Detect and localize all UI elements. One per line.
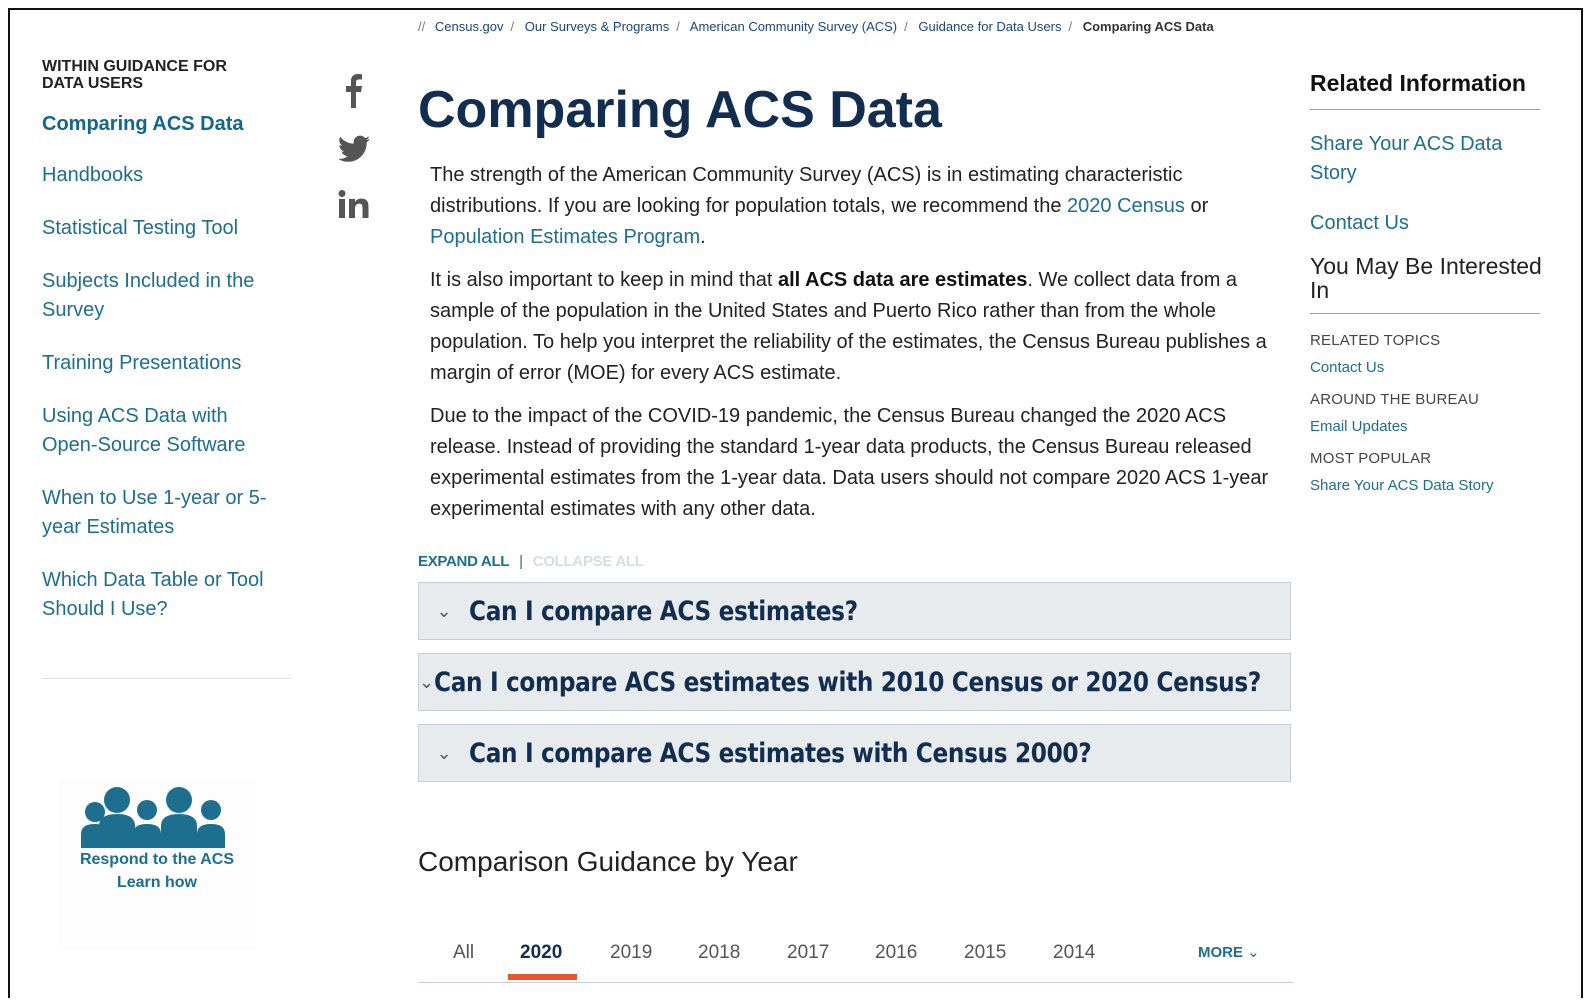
promo-line-1: Respond to the ACS xyxy=(79,851,235,868)
link-email-updates[interactable]: Email Updates xyxy=(1310,418,1542,436)
category-most-popular: MOST POPULAR xyxy=(1310,450,1432,467)
left-nav-item-statistical-testing-tool[interactable]: Statistical Testing Tool xyxy=(42,214,287,243)
breadcrumb-lead: // xyxy=(418,19,426,34)
left-nav-item-comparing-acs-data[interactable]: Comparing ACS Data xyxy=(42,110,287,139)
link-related-contact-us[interactable]: Contact Us xyxy=(1310,359,1542,377)
accordion-title: Can I compare ACS estimates with Census … xyxy=(469,737,1092,769)
expand-all-button[interactable]: EXPAND ALL xyxy=(418,553,509,570)
facebook-icon[interactable] xyxy=(338,74,374,113)
breadcrumb-current: Comparing ACS Data xyxy=(1082,19,1214,34)
related-information-sidebar: Related Information Share Your ACS Data … xyxy=(1310,68,1542,495)
page-title: Comparing ACS Data xyxy=(418,81,942,139)
breadcrumb-census-gov[interactable]: Census.gov xyxy=(435,19,504,34)
linkedin-icon[interactable] xyxy=(338,190,374,223)
twitter-icon[interactable] xyxy=(338,135,374,168)
accordion-compare-with-census-2000[interactable]: ⌄ Can I compare ACS estimates with Censu… xyxy=(418,724,1291,782)
left-nav: WITHIN GUIDANCE FOR DATA USERS Comparing… xyxy=(42,58,292,679)
sidebar-divider xyxy=(1310,313,1540,314)
tab-2020[interactable]: 2020 xyxy=(520,942,562,964)
link-popular-share-story[interactable]: Share Your ACS Data Story xyxy=(1310,477,1542,495)
breadcrumb-acs[interactable]: American Community Survey (ACS) xyxy=(690,19,897,34)
intro-paragraph-1: The strength of the American Community S… xyxy=(430,164,1209,248)
link-contact-us[interactable]: Contact Us xyxy=(1310,209,1542,238)
link-population-estimates-program[interactable]: Population Estimates Program xyxy=(430,226,700,248)
accordion-title: Can I compare ACS estimates with 2010 Ce… xyxy=(434,666,1262,698)
tab-2019[interactable]: 2019 xyxy=(610,942,652,964)
promo-line-2: Learn how xyxy=(116,874,197,891)
accordion-title: Can I compare ACS estimates? xyxy=(469,595,858,627)
accordion-compare-with-2010-2020-census[interactable]: ⌄ Can I compare ACS estimates with 2010 … xyxy=(418,653,1291,711)
intro-paragraph-3: Due to the impact of the COVID-19 pandem… xyxy=(430,405,1269,520)
left-nav-item-handbooks[interactable]: Handbooks xyxy=(42,161,287,190)
breadcrumb: // Census.gov / Our Surveys & Programs / A… xyxy=(418,19,1214,34)
tab-2018[interactable]: 2018 xyxy=(698,942,740,964)
tab-2015[interactable]: 2015 xyxy=(964,942,1006,964)
breadcrumb-surveys-programs[interactable]: Our Surveys & Programs xyxy=(525,19,670,34)
breadcrumb-guidance[interactable]: Guidance for Data Users xyxy=(918,19,1061,34)
chevron-down-icon: ⌄ xyxy=(436,600,452,621)
tab-all[interactable]: All xyxy=(453,942,474,964)
chevron-down-icon: ⌄ xyxy=(436,742,452,763)
accordion-compare-acs-estimates[interactable]: ⌄ Can I compare ACS estimates? xyxy=(418,582,1291,640)
intro-paragraph-2: It is also important to keep in mind tha… xyxy=(430,269,1267,384)
tab-2016[interactable]: 2016 xyxy=(875,942,917,964)
left-nav-heading: WITHIN GUIDANCE FOR DATA USERS xyxy=(42,58,227,92)
active-tab-indicator xyxy=(508,974,577,980)
left-nav-item-open-source-software[interactable]: Using ACS Data with Open-Source Software xyxy=(42,402,287,460)
link-share-acs-data-story[interactable]: Share Your ACS Data Story xyxy=(1310,130,1542,188)
left-nav-item-subjects-included[interactable]: Subjects Included in the Survey xyxy=(42,267,287,325)
left-nav-item-1-year-5-year[interactable]: When to Use 1-year or 5-year Estimates xyxy=(42,484,287,542)
category-related-topics: RELATED TOPICS xyxy=(1310,332,1441,349)
main-content: Comparing ACS Data The strength of the A… xyxy=(418,80,1293,782)
left-nav-item-which-data-table[interactable]: Which Data Table or Tool Should I Use? xyxy=(42,566,287,624)
comparison-guidance-heading: Comparison Guidance by Year xyxy=(418,846,798,877)
chevron-down-icon: ⌄ xyxy=(1247,944,1260,961)
social-share xyxy=(338,74,374,245)
chevron-down-icon: ⌄ xyxy=(419,671,435,692)
category-around-the-bureau: AROUND THE BUREAU xyxy=(1310,391,1479,408)
year-tabs: All 2020 2019 2018 2017 2016 2015 2014 M… xyxy=(418,938,1293,983)
left-nav-divider xyxy=(42,678,292,679)
tab-2017[interactable]: 2017 xyxy=(787,942,829,964)
collapse-all-button[interactable]: COLLAPSE ALL xyxy=(533,553,644,570)
expand-collapse-controls: EXPAND ALL | COLLAPSE ALL xyxy=(418,553,644,570)
sidebar-divider xyxy=(1310,109,1540,110)
interested-in-heading: You May Be Interested In xyxy=(1310,253,1542,303)
respond-to-acs-promo[interactable]: Respond to the ACS Learn how xyxy=(58,780,256,950)
link-2020-census[interactable]: 2020 Census xyxy=(1067,195,1185,217)
more-tabs-button[interactable]: MORE ⌄ xyxy=(1198,943,1260,961)
tab-2014[interactable]: 2014 xyxy=(1053,942,1095,964)
left-nav-item-training-presentations[interactable]: Training Presentations xyxy=(42,349,287,378)
people-group-icon xyxy=(81,787,225,848)
related-information-title: Related Information xyxy=(1310,70,1526,96)
